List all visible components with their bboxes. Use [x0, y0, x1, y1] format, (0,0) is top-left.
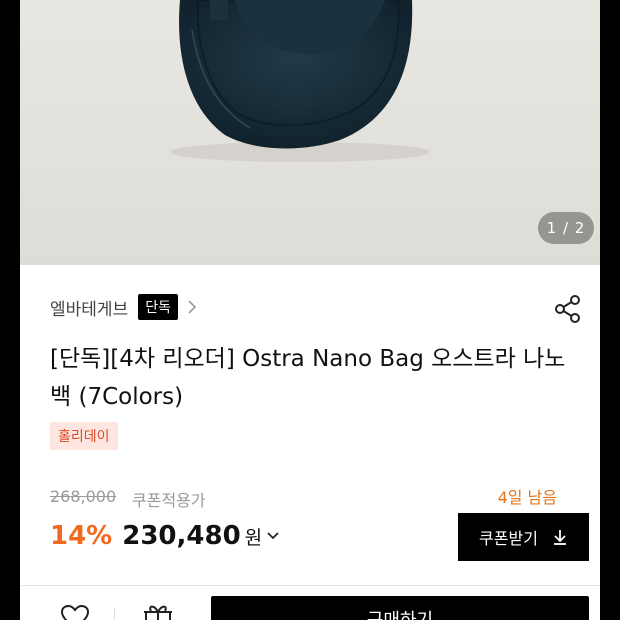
- exclusive-badge: 단독: [138, 294, 178, 320]
- share-icon[interactable]: [553, 293, 583, 325]
- product-title: [단독][4차 리오더] Ostra Nano Bag 오스트라 나노 백 (7…: [50, 346, 566, 410]
- coupon-button-label: 쿠폰받기: [479, 529, 538, 548]
- coupon-download-button[interactable]: 쿠폰받기: [458, 513, 589, 561]
- heart-icon[interactable]: [60, 604, 90, 620]
- bottom-action-bar: 구매하기: [20, 585, 600, 620]
- original-price: 268,000: [50, 487, 117, 506]
- product-info: 엘바테게브 단독 [단독][4차 리오더] Ostra Nano Bag 오스트…: [20, 265, 600, 620]
- buy-button[interactable]: 구매하기: [211, 596, 589, 620]
- download-icon: [553, 530, 566, 545]
- price-row: 14% 230,480 원: [50, 516, 280, 556]
- chevron-down-icon[interactable]: [266, 531, 280, 541]
- brand-link[interactable]: 엘바테게브 단독: [50, 292, 198, 322]
- image-pager: 1 / 2: [538, 212, 594, 244]
- days-left-label: 4일 남음: [497, 488, 557, 507]
- action-divider: [114, 608, 115, 620]
- currency-label: 원: [244, 526, 263, 549]
- brand-name: 엘바테게브: [50, 299, 129, 320]
- gift-icon[interactable]: [142, 602, 174, 620]
- product-image-carousel[interactable]: 1 / 2: [20, 0, 600, 265]
- chevron-right-icon: [188, 300, 197, 314]
- coupon-price-label: 쿠폰적용가: [132, 491, 206, 510]
- product-photo-bag: [170, 0, 430, 162]
- holiday-tag: 홀리데이: [50, 422, 118, 450]
- product-detail-screen: 1 / 2 엘바테게브 단독 [단독][4차 리오더] Ostra Nano B…: [20, 0, 600, 620]
- sale-price: 230,480: [122, 521, 241, 551]
- discount-rate: 14%: [50, 521, 113, 551]
